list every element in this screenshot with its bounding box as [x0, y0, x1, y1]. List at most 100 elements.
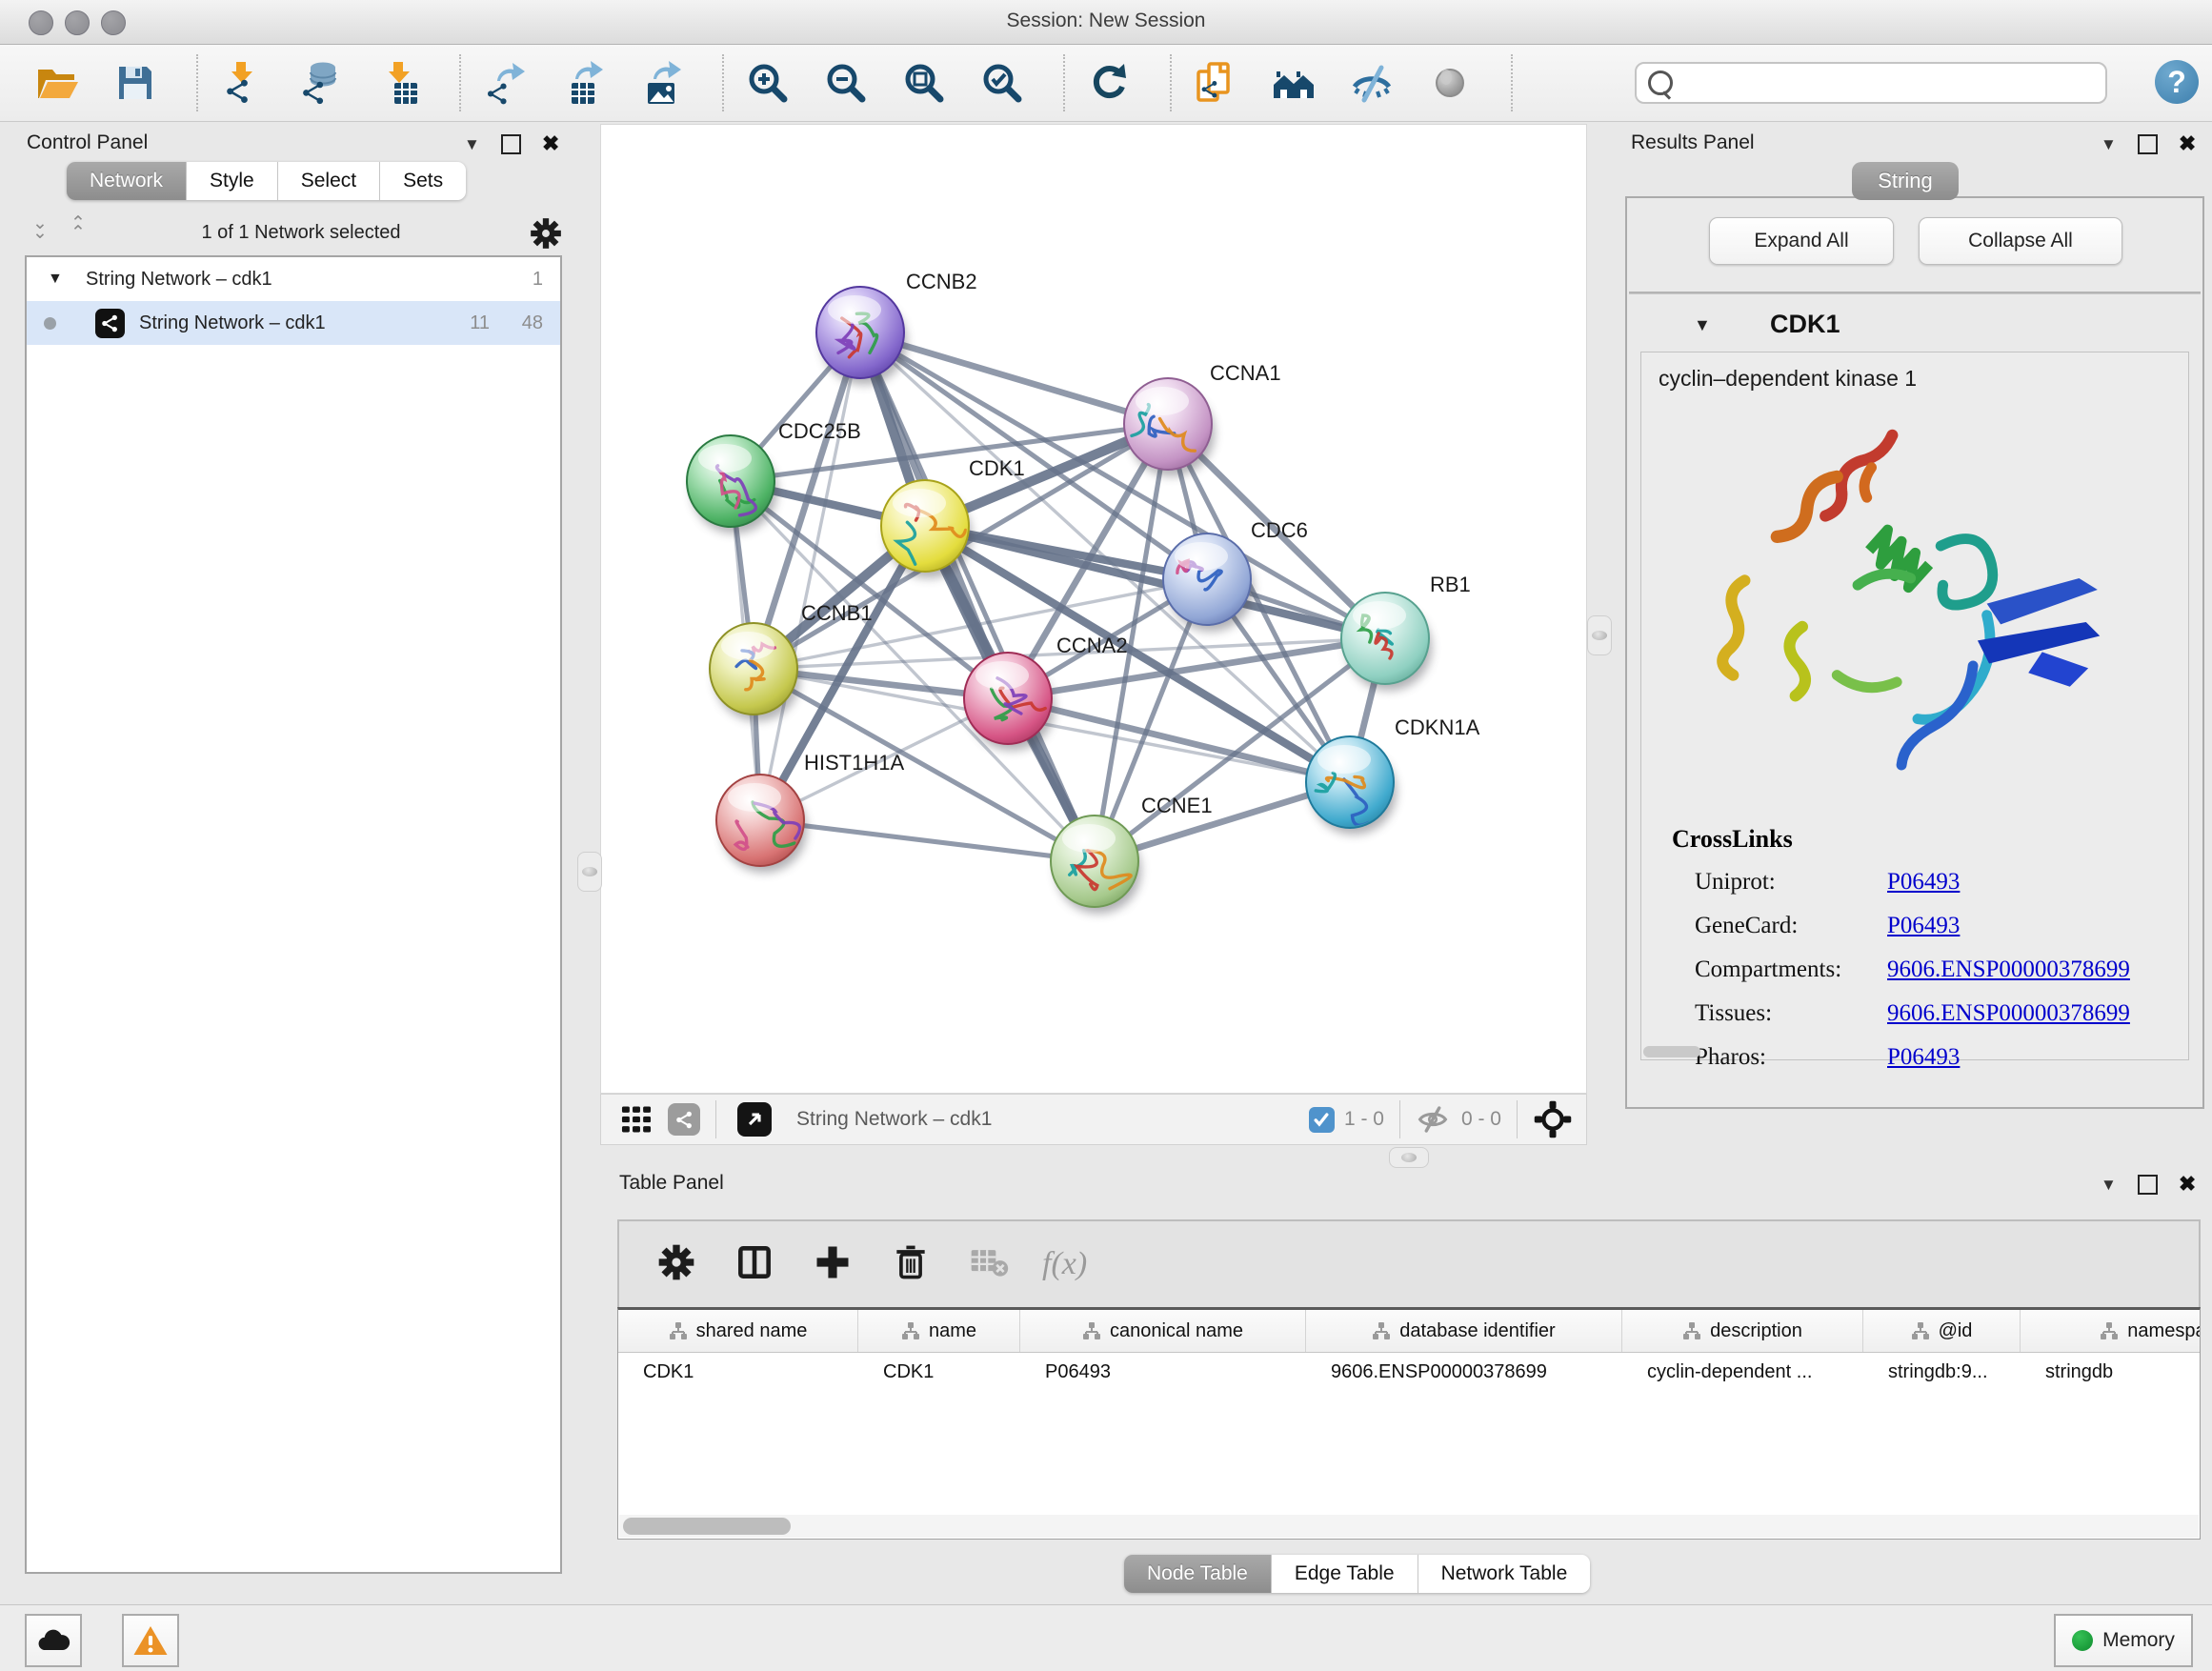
collapse-all-networks-icon[interactable]: ⌄⌄ — [25, 219, 53, 239]
gene-details: cyclin–dependent kinase 1 CrossLinks Uni… — [1640, 352, 2189, 1060]
zoom-out-button[interactable] — [821, 58, 871, 108]
results-scrollbar-thumb[interactable] — [1643, 1046, 1700, 1057]
zoom-fit-button[interactable] — [899, 58, 949, 108]
table-cell[interactable]: stringdb:9... — [1863, 1361, 2021, 1383]
zoom-fit-icon — [901, 60, 947, 106]
add-column-button[interactable] — [812, 1241, 854, 1288]
zoom-selected-button[interactable] — [977, 58, 1027, 108]
crosslink-link[interactable]: P06493 — [1887, 1044, 1960, 1071]
network-edges[interactable] — [731, 332, 1385, 861]
bottom-splitter-grip[interactable] — [1389, 1147, 1429, 1168]
table-cell[interactable]: 9606.ENSP00000378699 — [1306, 1361, 1622, 1383]
network-canvas[interactable]: CCNB2 CCNA1 CDC25B CDK1 CDC6 — [600, 124, 1587, 1094]
table-panel-close-icon[interactable]: ✖ — [2179, 1174, 2196, 1195]
network-node-CDKN1A[interactable]: CDKN1A — [1306, 715, 1480, 835]
zoom-in-button[interactable] — [743, 58, 793, 108]
network-collection-row[interactable]: ▼ String Network – cdk1 1 — [27, 257, 560, 301]
results-panel-close-icon[interactable]: ✖ — [2179, 133, 2196, 154]
network-node-CCNB2[interactable]: CCNB2 — [816, 270, 977, 385]
column-header-description[interactable]: description — [1622, 1310, 1863, 1352]
crosslink-link[interactable]: P06493 — [1887, 869, 1960, 896]
table-hscrollbar-thumb[interactable] — [623, 1518, 791, 1535]
export-table-button[interactable] — [558, 58, 608, 108]
crosslink-link[interactable]: 9606.ENSP00000378699 — [1887, 1000, 2130, 1027]
crosslink-link[interactable]: 9606.ENSP00000378699 — [1887, 956, 2130, 983]
results-panel-float-icon[interactable] — [2138, 134, 2158, 154]
tab-network-table[interactable]: Network Table — [1418, 1555, 1591, 1593]
tab-select[interactable]: Select — [278, 162, 380, 200]
table-cell[interactable]: cyclin-dependent ... — [1622, 1361, 1863, 1383]
render-mode-button[interactable] — [1425, 58, 1475, 108]
search-box[interactable] — [1635, 62, 2107, 104]
gene-section-header[interactable]: ▼ CDK1 — [1629, 304, 2201, 346]
network-node-CCNA1[interactable]: CCNA1 — [1124, 361, 1281, 476]
table-cell[interactable]: P06493 — [1020, 1361, 1306, 1383]
import-network-database-button[interactable] — [295, 58, 345, 108]
right-splitter-grip[interactable] — [1587, 615, 1612, 655]
tab-edge-table[interactable]: Edge Table — [1272, 1555, 1418, 1593]
title-bar: Session: New Session — [0, 0, 2212, 45]
expand-all-button[interactable]: Expand All — [1709, 217, 1894, 265]
save-session-button[interactable] — [111, 58, 160, 108]
network-row[interactable]: String Network – cdk1 11 48 — [27, 301, 560, 345]
crosslink-link[interactable]: P06493 — [1887, 913, 1960, 939]
table-panel-menu-icon[interactable]: ▼ — [2101, 1177, 2117, 1193]
collapse-all-button[interactable]: Collapse All — [1919, 217, 2122, 265]
tab-style[interactable]: Style — [187, 162, 278, 200]
import-table-file-button[interactable] — [373, 58, 423, 108]
network-node-HIST1H1A[interactable]: HIST1H1A — [716, 751, 904, 873]
help-button[interactable]: ? — [2155, 60, 2199, 104]
network-options-gear-icon[interactable] — [528, 215, 564, 252]
delete-table-button[interactable] — [968, 1241, 1010, 1288]
hide-selected-button[interactable] — [1347, 58, 1397, 108]
open-session-button[interactable] — [32, 58, 82, 108]
results-panel-menu-icon[interactable]: ▼ — [2101, 136, 2117, 152]
warnings-button[interactable] — [122, 1614, 179, 1667]
column-header-namespace[interactable]: namespace — [2021, 1310, 2201, 1352]
column-header-shared-name[interactable]: shared name — [618, 1310, 858, 1352]
table-row[interactable]: CDK1CDK1P064939606.ENSP00000378699cyclin… — [618, 1353, 2200, 1391]
column-header-@id[interactable]: @id — [1863, 1310, 2021, 1352]
split-columns-button[interactable] — [734, 1241, 775, 1288]
first-neighbors-button[interactable] — [1191, 58, 1240, 108]
control-panel-close-icon[interactable]: ✖ — [542, 133, 559, 154]
network-graph[interactable]: CCNB2 CCNA1 CDC25B CDK1 CDC6 — [601, 125, 1586, 1093]
network-node-RB1[interactable]: RB1 — [1341, 573, 1471, 691]
tab-sets[interactable]: Sets — [380, 162, 466, 200]
function-builder-icon[interactable]: f(x) — [1042, 1246, 1087, 1282]
memory-button[interactable]: Memory — [2054, 1614, 2193, 1667]
birdseye-view-button[interactable] — [737, 1102, 772, 1137]
table-cell[interactable]: stringdb — [2021, 1361, 2201, 1383]
show-all-button[interactable] — [1269, 58, 1318, 108]
tab-network[interactable]: Network — [67, 162, 187, 200]
control-panel-float-icon[interactable] — [501, 134, 521, 154]
column-header-database-identifier[interactable]: database identifier — [1306, 1310, 1622, 1352]
selected-checkbox-icon[interactable] — [1309, 1107, 1335, 1133]
network-label: String Network – cdk1 — [139, 312, 326, 334]
hidden-count: 0 - 0 — [1461, 1108, 1501, 1131]
collection-expander-icon[interactable]: ▼ — [48, 271, 63, 288]
gene-expander-icon[interactable]: ▼ — [1694, 315, 1711, 335]
tab-string[interactable]: String — [1852, 162, 1959, 200]
grid-view-button[interactable] — [618, 1101, 654, 1137]
network-view-mode-icon[interactable] — [668, 1103, 700, 1136]
crosshair-navigate-icon[interactable] — [1533, 1099, 1573, 1139]
network-view-toolbar: String Network – cdk1 1 - 0 0 - 0 — [600, 1094, 1587, 1145]
cloud-status-button[interactable] — [25, 1614, 82, 1667]
search-input[interactable] — [1680, 71, 2105, 94]
column-header-canonical-name[interactable]: canonical name — [1020, 1310, 1306, 1352]
table-cell[interactable]: CDK1 — [618, 1361, 858, 1383]
table-cell[interactable]: CDK1 — [858, 1361, 1020, 1383]
export-network-button[interactable] — [480, 58, 530, 108]
column-header-name[interactable]: name — [858, 1310, 1020, 1352]
import-network-file-button[interactable] — [217, 58, 267, 108]
refresh-button[interactable] — [1084, 58, 1134, 108]
tab-node-table[interactable]: Node Table — [1124, 1555, 1272, 1593]
expand-all-networks-icon[interactable]: ⌃⌃ — [63, 219, 91, 239]
left-splitter-grip[interactable] — [577, 852, 602, 892]
table-panel-float-icon[interactable] — [2138, 1175, 2158, 1195]
control-panel-menu-icon[interactable]: ▼ — [464, 136, 480, 152]
export-image-button[interactable] — [636, 58, 686, 108]
settings-gear-button[interactable] — [655, 1241, 697, 1288]
delete-column-button[interactable] — [890, 1241, 932, 1288]
